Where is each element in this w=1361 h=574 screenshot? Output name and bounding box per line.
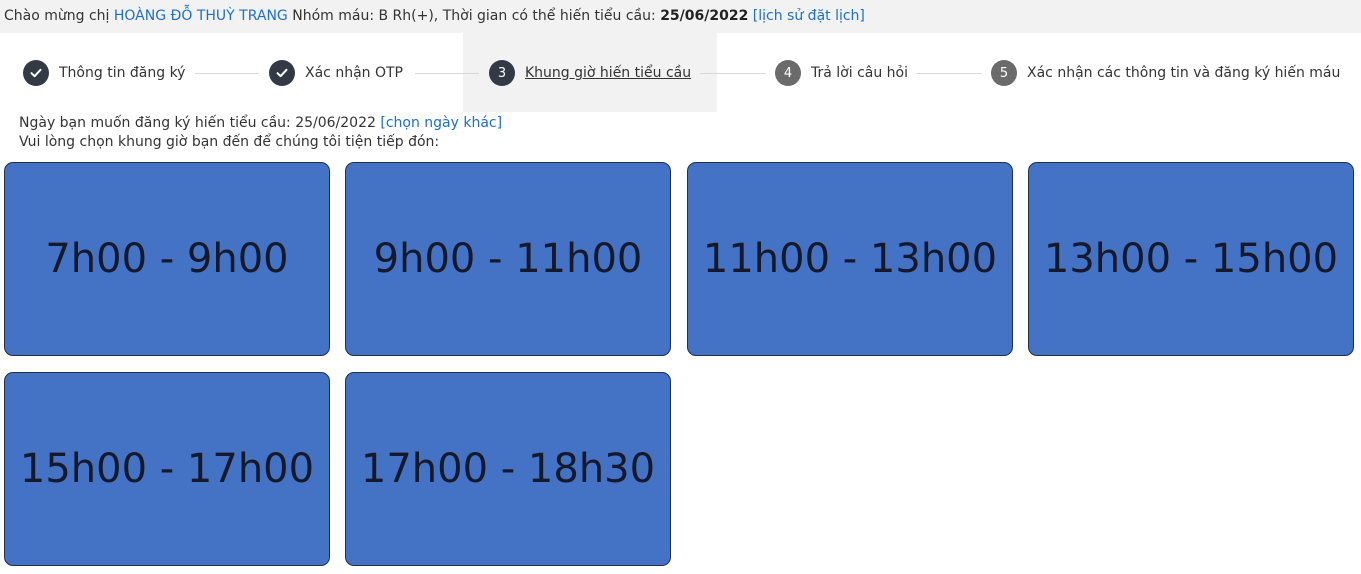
greeting-text: Chào mừng chị	[4, 8, 114, 24]
step-number: 3	[489, 60, 515, 86]
step-questions[interactable]: 4 Trả lời câu hỏi	[775, 60, 908, 86]
step-otp[interactable]: Xác nhận OTP	[269, 60, 403, 86]
step-registration-info[interactable]: Thông tin đăng ký	[23, 60, 185, 86]
step-time-slot[interactable]: 3 Khung giờ hiến tiểu cầu	[489, 60, 691, 86]
time-slot-button[interactable]: 7h00 - 9h00	[4, 162, 330, 356]
step-label: Xác nhận các thông tin và đăng ký hiến m…	[1027, 65, 1341, 81]
user-name: HOÀNG ĐỖ THUỲ TRANG	[113, 8, 288, 24]
time-slot-button[interactable]: 9h00 - 11h00	[345, 162, 671, 356]
selected-date-text: Ngày bạn muốn đăng ký hiến tiểu cầu: 25/…	[19, 115, 381, 131]
step-label: Trả lời câu hỏi	[811, 65, 909, 81]
booking-history-link[interactable]: [lịch sử đặt lịch]	[753, 8, 865, 24]
progress-steps: Thông tin đăng ký Xác nhận OTP 3 Khung g…	[0, 33, 1361, 112]
blood-group-text: Nhóm máu: B Rh(+), Thời gian có thể hiến…	[287, 8, 661, 24]
step-label: Xác nhận OTP	[305, 65, 403, 81]
time-slot-button[interactable]: 13h00 - 15h00	[1028, 162, 1354, 356]
time-slot-button[interactable]: 15h00 - 17h00	[4, 372, 330, 566]
step-number: 4	[775, 60, 801, 86]
time-slot-button[interactable]: 17h00 - 18h30	[345, 372, 671, 566]
step-connector	[195, 73, 259, 74]
step-confirm[interactable]: 5 Xác nhận các thông tin và đăng ký hiến…	[991, 60, 1340, 86]
check-icon	[23, 60, 49, 86]
check-icon	[269, 60, 295, 86]
step-connector	[916, 73, 982, 74]
step-connector	[700, 73, 766, 74]
step-label: Khung giờ hiến tiểu cầu	[525, 65, 692, 81]
change-date-link[interactable]: [chọn ngày khác]	[380, 115, 502, 131]
step-label: Thông tin đăng ký	[59, 65, 186, 81]
time-slot-button[interactable]: 11h00 - 13h00	[687, 162, 1013, 356]
welcome-bar: Chào mừng chị HOÀNG ĐỖ THUỲ TRANG Nhóm m…	[0, 0, 1361, 33]
step-number: 5	[991, 60, 1017, 86]
step-connector	[415, 73, 479, 74]
date-info: Ngày bạn muốn đăng ký hiến tiểu cầu: 25/…	[19, 114, 502, 152]
eligible-date: 25/06/2022	[660, 8, 749, 24]
instruction-text: Vui lòng chọn khung giờ bạn đến để chúng…	[19, 134, 440, 150]
selected-date-line: Ngày bạn muốn đăng ký hiến tiểu cầu: 25/…	[19, 114, 502, 133]
